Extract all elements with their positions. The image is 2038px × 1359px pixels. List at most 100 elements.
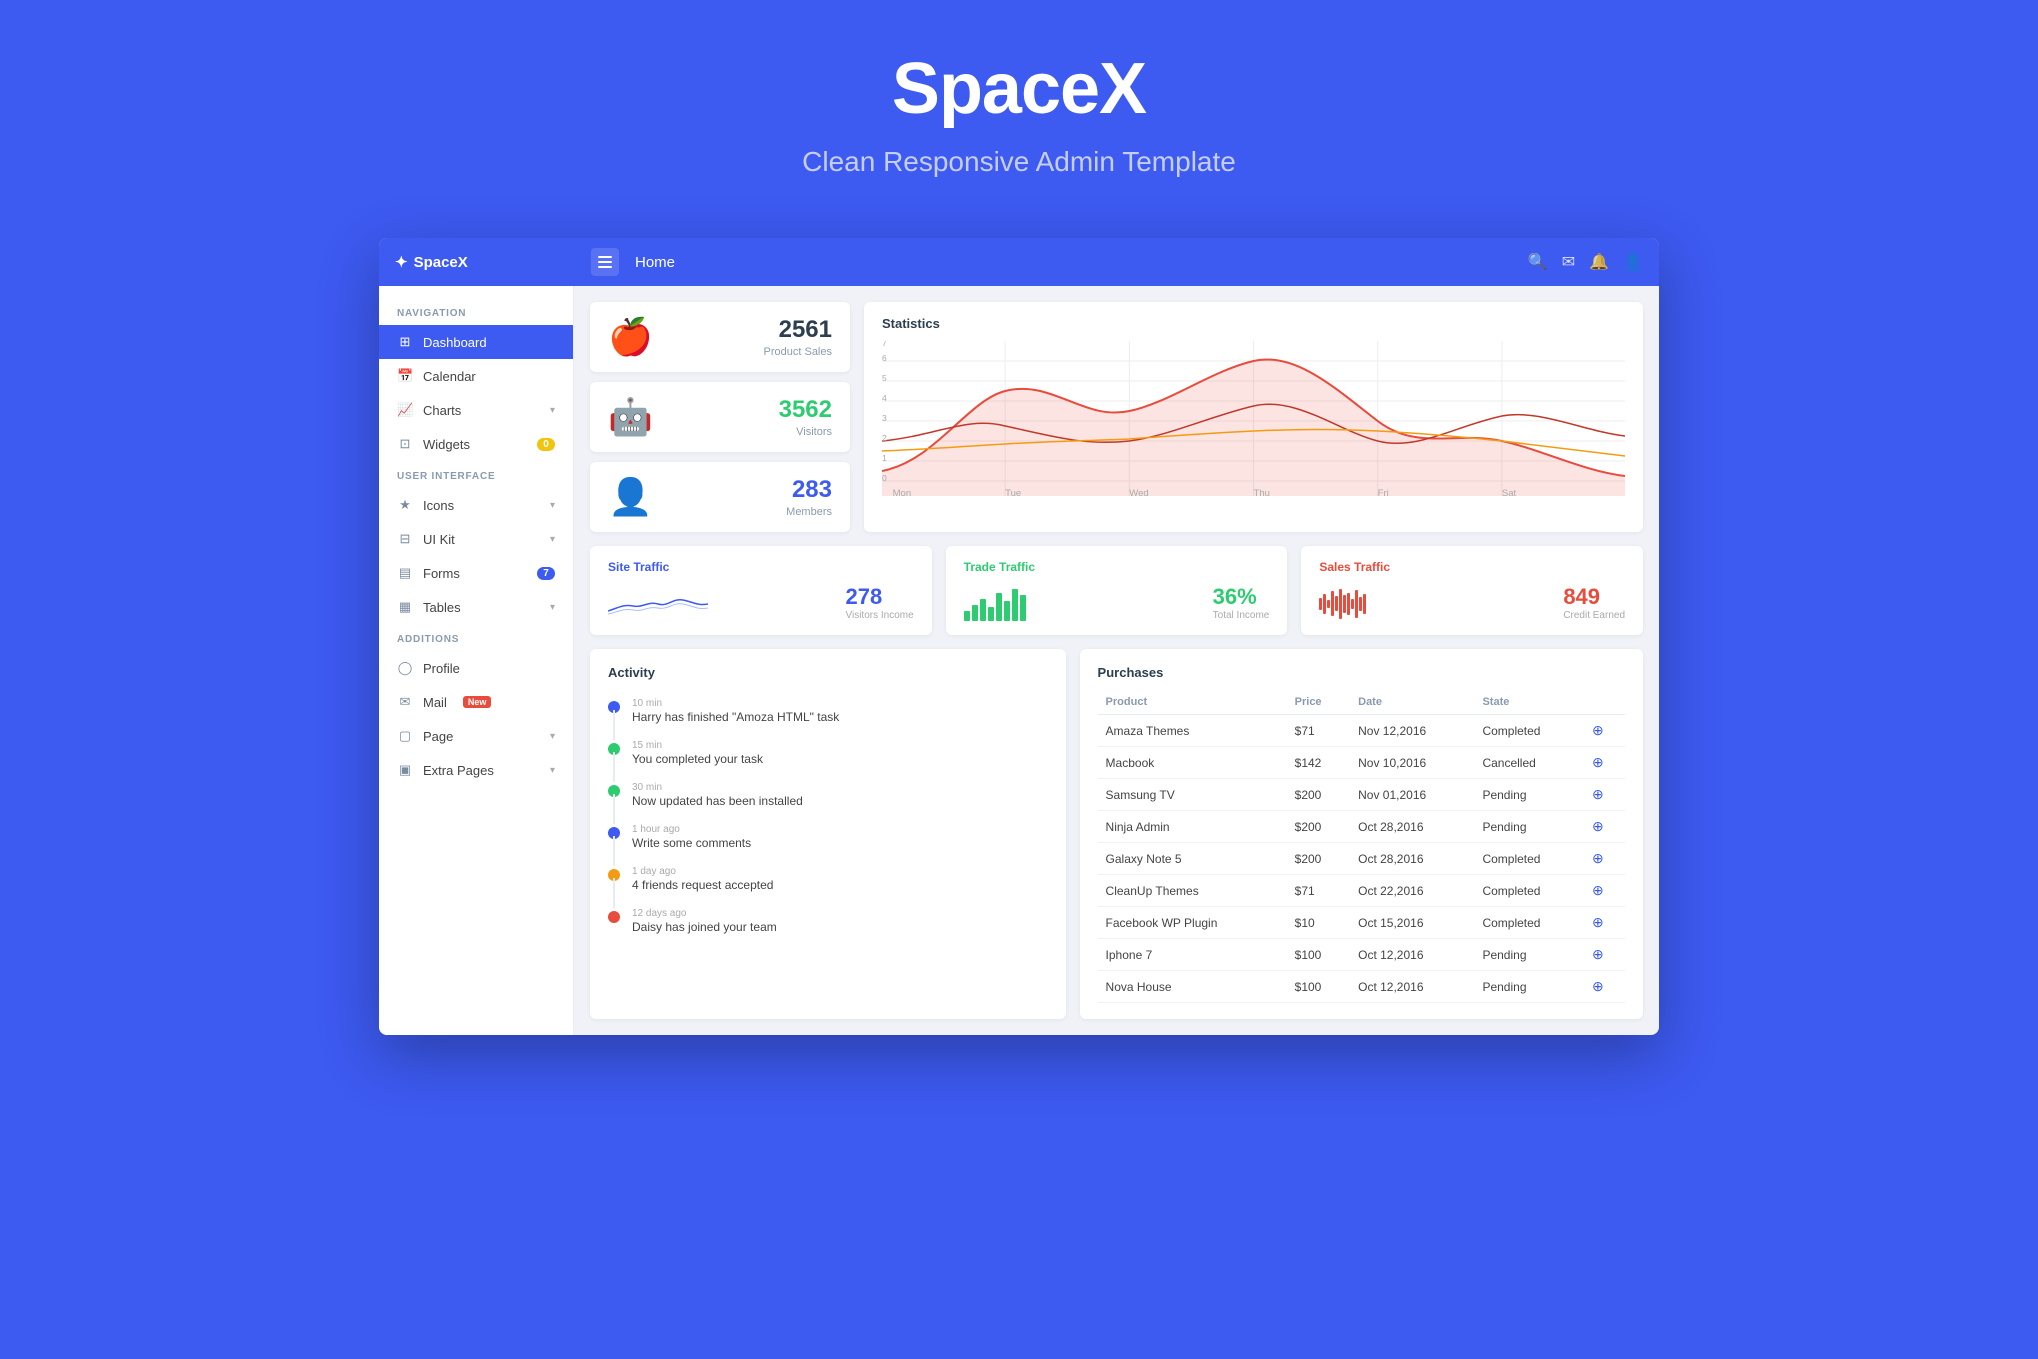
cell-action[interactable]: ⊕ <box>1584 811 1625 843</box>
ui-kit-icon: ⊟ <box>397 531 413 547</box>
sidebar-item-charts[interactable]: 📈 Charts ▾ <box>379 393 573 427</box>
cell-action[interactable]: ⊕ <box>1584 779 1625 811</box>
cell-date: Oct 28,2016 <box>1350 811 1474 843</box>
search-icon[interactable]: 🔍 <box>1528 252 1548 272</box>
svg-text:0: 0 <box>882 474 887 483</box>
cell-product: Nova House <box>1098 971 1287 1003</box>
cell-price: $71 <box>1287 875 1350 907</box>
stat-value: 283 <box>669 476 832 504</box>
row-action-icon[interactable]: ⊕ <box>1592 850 1604 866</box>
sidebar-item-icons[interactable]: ★ Icons ▾ <box>379 488 573 522</box>
bell-icon[interactable]: 🔔 <box>1589 252 1609 272</box>
site-traffic-title: Site Traffic <box>608 560 914 574</box>
charts-icon: 📈 <box>397 402 413 418</box>
sidebar-item-page[interactable]: ▢ Page ▾ <box>379 719 573 753</box>
hamburger-button[interactable] <box>591 248 619 276</box>
bar <box>988 607 994 621</box>
sidebar-item-forms[interactable]: ▤ Forms 7 <box>379 556 573 590</box>
activity-content: 1 day ago 4 friends request accepted <box>632 866 773 892</box>
activity-item: 30 min Now updated has been installed <box>608 774 1048 816</box>
cell-action[interactable]: ⊕ <box>1584 715 1625 747</box>
bottom-row: Activity 10 min Harry has finished "Amoz… <box>590 649 1643 1019</box>
cell-product: Samsung TV <box>1098 779 1287 811</box>
cell-price: $200 <box>1287 779 1350 811</box>
row-action-icon[interactable]: ⊕ <box>1592 722 1604 738</box>
sidebar-item-dashboard[interactable]: ⊞ Dashboard <box>379 325 573 359</box>
page-title: Home <box>635 254 1512 271</box>
activity-content: 10 min Harry has finished "Amoza HTML" t… <box>632 698 839 724</box>
sidebar-item-mail[interactable]: ✉ Mail New <box>379 685 573 719</box>
activity-text: Write some comments <box>632 836 751 850</box>
cell-action[interactable]: ⊕ <box>1584 747 1625 779</box>
tables-icon: ▦ <box>397 599 413 615</box>
chart-title: Statistics <box>882 316 1625 331</box>
row-action-icon[interactable]: ⊕ <box>1592 946 1604 962</box>
sidebar-item-label: Dashboard <box>423 335 487 350</box>
cell-state: Completed <box>1474 907 1584 939</box>
sidebar-item-widgets[interactable]: ⊡ Widgets 0 <box>379 427 573 461</box>
chevron-down-icon: ▾ <box>550 534 555 545</box>
site-traffic-label: Visitors Income <box>845 610 913 621</box>
sidebar-item-label: UI Kit <box>423 532 455 547</box>
sidebar-item-calendar[interactable]: 📅 Calendar <box>379 359 573 393</box>
sales-traffic-card: Sales Traffic <box>1301 546 1643 635</box>
stat-value: 3562 <box>669 396 832 424</box>
cell-product: Facebook WP Plugin <box>1098 907 1287 939</box>
apple-icon: 🍎 <box>608 316 653 358</box>
activity-text: Harry has finished "Amoza HTML" task <box>632 710 839 724</box>
sidebar-item-label: Widgets <box>423 437 470 452</box>
sidebar-item-label: Icons <box>423 498 454 513</box>
row-action-icon[interactable]: ⊕ <box>1592 754 1604 770</box>
purchases-card: Purchases Product Price Date State <box>1080 649 1643 1019</box>
sidebar-item-ui-kit[interactable]: ⊟ UI Kit ▾ <box>379 522 573 556</box>
cell-date: Nov 01,2016 <box>1350 779 1474 811</box>
row-action-icon[interactable]: ⊕ <box>1592 978 1604 994</box>
cell-action[interactable]: ⊕ <box>1584 907 1625 939</box>
candle <box>1331 591 1334 616</box>
stat-info: 283 Members <box>669 476 832 518</box>
cell-state: Pending <box>1474 939 1584 971</box>
bar <box>964 611 970 621</box>
row-action-icon[interactable]: ⊕ <box>1592 818 1604 834</box>
sales-traffic-bottom: 849 Credit Earned <box>1319 584 1625 621</box>
top-bar-icons: 🔍 ✉ 🔔 👤 <box>1528 252 1643 272</box>
site-traffic-value: 278 <box>845 584 913 610</box>
site-traffic-info: 278 Visitors Income <box>845 584 913 621</box>
profile-icon: ◯ <box>397 660 413 676</box>
table-row: Amaza Themes $71 Nov 12,2016 Completed ⊕ <box>1098 715 1625 747</box>
cell-state: Completed <box>1474 843 1584 875</box>
stat-label: Members <box>669 506 832 518</box>
activity-title: Activity <box>608 665 1048 680</box>
sidebar-item-label: Tables <box>423 600 461 615</box>
mail-icon[interactable]: ✉ <box>1562 252 1575 272</box>
sidebar-item-extra-pages[interactable]: ▣ Extra Pages ▾ <box>379 753 573 787</box>
mail-new-badge: New <box>463 696 492 708</box>
sidebar-item-tables[interactable]: ▦ Tables ▾ <box>379 590 573 624</box>
row-action-icon[interactable]: ⊕ <box>1592 882 1604 898</box>
activity-list: 10 min Harry has finished "Amoza HTML" t… <box>608 690 1048 942</box>
app-logo: ✦ SpaceX <box>395 253 575 271</box>
row-action-icon[interactable]: ⊕ <box>1592 786 1604 802</box>
activity-time: 1 day ago <box>632 866 773 877</box>
cell-action[interactable]: ⊕ <box>1584 843 1625 875</box>
candle <box>1323 594 1326 614</box>
sidebar-item-profile[interactable]: ◯ Profile <box>379 651 573 685</box>
user-icon[interactable]: 👤 <box>1623 252 1643 272</box>
activity-dot <box>608 827 620 839</box>
app-frame: ✦ SpaceX Home 🔍 ✉ 🔔 👤 Navigation ⊞ Dashb… <box>379 238 1659 1035</box>
purchases-title: Purchases <box>1098 665 1625 680</box>
stat-cards: 🍎 2561 Product Sales 🤖 3562 Visitors <box>590 302 850 532</box>
stat-value: 2561 <box>669 316 832 344</box>
additions-section-label: Additions <box>379 624 573 651</box>
hamburger-line <box>598 261 612 263</box>
cell-action[interactable]: ⊕ <box>1584 939 1625 971</box>
cell-state: Completed <box>1474 715 1584 747</box>
cell-action[interactable]: ⊕ <box>1584 971 1625 1003</box>
cell-price: $100 <box>1287 971 1350 1003</box>
traffic-row: Site Traffic 278 Visitors Income <box>590 546 1643 635</box>
sidebar-item-label: Page <box>423 729 453 744</box>
candle <box>1359 597 1362 611</box>
row-action-icon[interactable]: ⊕ <box>1592 914 1604 930</box>
sales-traffic-label: Credit Earned <box>1563 610 1625 621</box>
cell-action[interactable]: ⊕ <box>1584 875 1625 907</box>
